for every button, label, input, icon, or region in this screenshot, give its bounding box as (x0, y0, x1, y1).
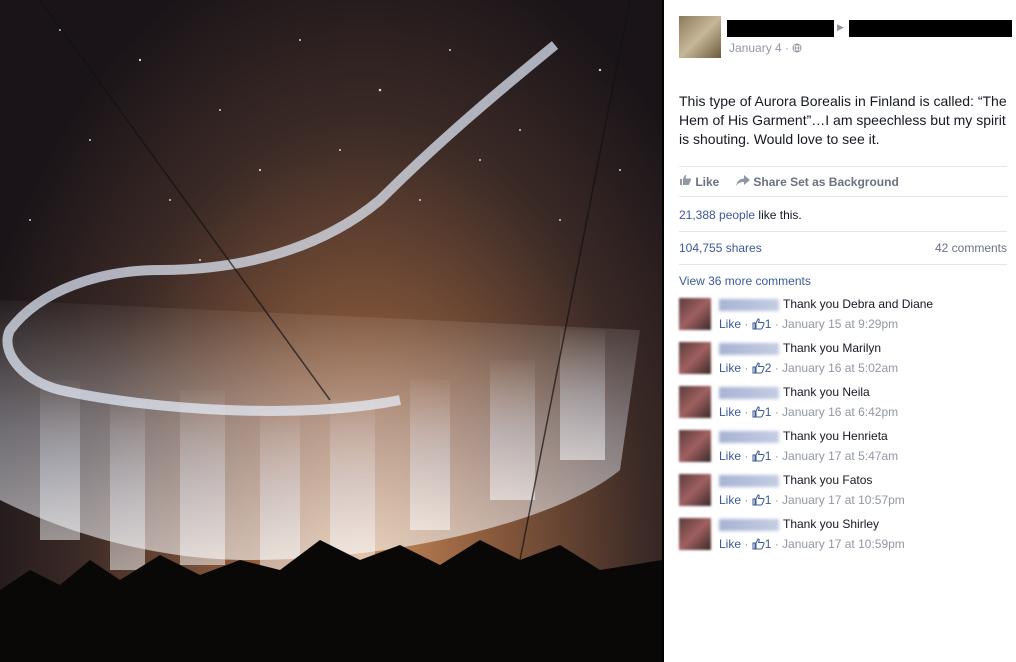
action-bar: Like Share Set as Background (679, 174, 899, 189)
like-thumb-icon (752, 450, 765, 462)
like-button[interactable]: Like (679, 174, 719, 189)
comment-meta: Like · 1 · January 17 at 10:57pm (719, 493, 905, 507)
post-message: This type of Aurora Borealis in Finland … (679, 93, 1007, 147)
post-panel: ▶ January 4 · This type of Aurora Boreal… (664, 0, 1016, 662)
comment-timestamp[interactable]: January 17 at 5:47am (782, 449, 898, 463)
separator-dot: · (741, 317, 752, 331)
comment-item: Thank you Marilyn Like · 2 · January 16 a… (679, 341, 1009, 382)
comment-text: Thank you Neila (783, 385, 870, 399)
separator-dot: · (771, 449, 783, 463)
like-thumb-icon (752, 362, 765, 374)
comment-meta: Like · 2 · January 16 at 5:02am (719, 361, 898, 375)
separator-dot: · (771, 537, 783, 551)
avatar[interactable] (679, 430, 711, 462)
comment-like-link[interactable]: Like (719, 493, 741, 507)
like-thumb-icon (752, 406, 765, 418)
like-label: Like (695, 175, 720, 190)
comment-meta: Like · 1 · January 16 at 6:42pm (719, 405, 898, 419)
comment-text: Thank you Shirley (783, 517, 880, 531)
separator-dot: · (771, 405, 783, 419)
redacted-author (727, 20, 834, 37)
globe-icon (792, 43, 802, 53)
share-arrow-icon (736, 175, 751, 187)
comment-item: Thank you Shirley Like · 1 · January 17 a… (679, 517, 1009, 558)
aurora-photo[interactable] (0, 0, 662, 662)
separator-dot: · (741, 493, 752, 507)
separator-dot: · (771, 317, 783, 331)
shares-link[interactable]: 104,755 shares (679, 241, 762, 255)
divider (679, 196, 1007, 197)
separator-dot: · (741, 405, 752, 419)
avatar[interactable] (679, 298, 711, 330)
comment-timestamp[interactable]: January 17 at 10:57pm (782, 493, 905, 507)
separator-dot: · (741, 449, 752, 463)
triangle-right-icon: ▶ (837, 22, 844, 32)
commenter-name-blurred[interactable] (719, 431, 779, 443)
comment-like-link[interactable]: Like (719, 449, 741, 463)
comment-text: Thank you Debra and Diane (783, 297, 934, 311)
post-header: ▶ January 4 · (679, 16, 1016, 60)
comment-meta: Like · 1 · January 17 at 5:47am (719, 449, 898, 463)
date-text[interactable]: January 4 · (729, 41, 792, 55)
comments-count[interactable]: 42 comments (935, 241, 1007, 255)
comment-timestamp[interactable]: January 16 at 6:42pm (782, 405, 898, 419)
divider (679, 231, 1007, 232)
comment-text: Thank you Marilyn (783, 341, 882, 355)
divider (679, 264, 1007, 265)
like-thumb-icon (752, 538, 765, 550)
comment-like-link[interactable]: Like (719, 405, 741, 419)
view-more-comments-link[interactable]: View 36 more comments (679, 274, 811, 288)
comment-like-link[interactable]: Like (719, 317, 741, 331)
share-label: Share (753, 175, 787, 190)
comment-text: Thank you Henrieta (783, 429, 888, 443)
separator-dot: · (741, 361, 752, 375)
separator-dot: · (771, 361, 783, 375)
comment-item: Thank you Debra and Diane Like · 1 · Janu… (679, 297, 1009, 338)
comment-item: Thank you Henrieta Like · 1 · January 17 … (679, 429, 1009, 470)
comment-meta: Like · 1 · January 15 at 9:29pm (719, 317, 898, 331)
comment-item: Thank you Neila Like · 1 · January 16 at … (679, 385, 1009, 426)
post-date[interactable]: January 4 · (729, 41, 802, 55)
share-button[interactable]: Share (736, 174, 787, 189)
separator-dot: · (741, 537, 752, 551)
comment-text: Thank you Fatos (783, 473, 873, 487)
likes-count-link[interactable]: 21,388 people (679, 208, 755, 222)
commenter-name-blurred[interactable] (719, 343, 779, 355)
like-thumb-icon (752, 494, 765, 506)
comment-like-link[interactable]: Like (719, 537, 741, 551)
likes-suffix: like this. (755, 208, 802, 222)
avatar[interactable] (679, 386, 711, 418)
comment-meta: Like · 1 · January 17 at 10:59pm (719, 537, 905, 551)
commenter-name-blurred[interactable] (719, 299, 779, 311)
comment-timestamp[interactable]: January 17 at 10:59pm (782, 537, 905, 551)
redacted-page (849, 20, 1012, 37)
comment-like-link[interactable]: Like (719, 361, 741, 375)
separator-dot: · (771, 493, 783, 507)
comment-timestamp[interactable]: January 15 at 9:29pm (782, 317, 898, 331)
commenter-name-blurred[interactable] (719, 475, 779, 487)
avatar[interactable] (679, 474, 711, 506)
comment-timestamp[interactable]: January 16 at 5:02am (782, 361, 898, 375)
commenter-name-blurred[interactable] (719, 519, 779, 531)
divider (679, 166, 1007, 167)
avatar[interactable] (679, 342, 711, 374)
like-thumb-icon (680, 175, 692, 186)
avatar[interactable] (679, 518, 711, 550)
comment-item: Thank you Fatos Like · 1 · January 17 at … (679, 473, 1009, 514)
set-background-button[interactable]: Set as Background (790, 175, 899, 189)
like-thumb-icon (752, 318, 765, 330)
avatar[interactable] (679, 16, 721, 58)
commenter-name-blurred[interactable] (719, 387, 779, 399)
likes-summary: 21,388 people like this. (679, 208, 802, 222)
